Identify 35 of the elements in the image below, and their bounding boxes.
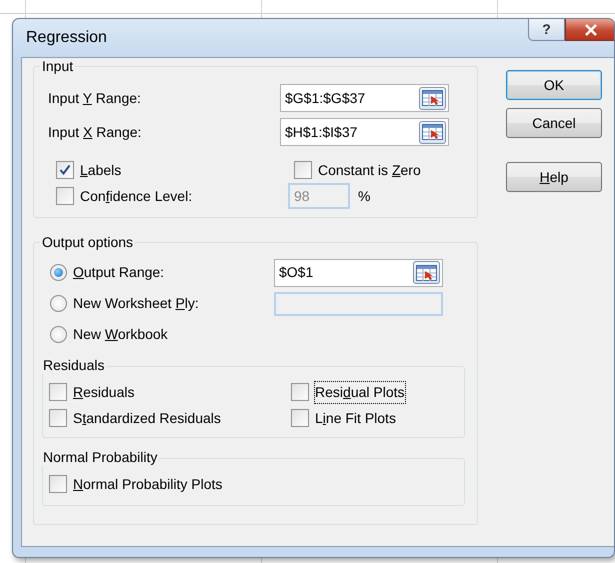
window-title: Regression: [26, 28, 107, 48]
checkbox[interactable]: Normal Probability Plots: [49, 471, 222, 497]
unit-label: %: [358, 186, 370, 206]
range-field[interactable]: $O$1: [274, 258, 443, 286]
dialog-button[interactable]: OK: [506, 70, 602, 100]
dialog-button[interactable]: Help: [506, 162, 602, 192]
check-icon: [59, 164, 71, 176]
dialog-button[interactable]: Cancel: [506, 108, 602, 138]
range-field[interactable]: $G$1:$G$37: [280, 84, 449, 112]
help-button[interactable]: ?: [528, 19, 565, 41]
field-label: Input X Range:: [48, 122, 142, 142]
radio-option[interactable]: Output Range:: [42, 260, 274, 286]
checkbox[interactable]: Standardized Residuals: [49, 405, 291, 431]
field-label: Input Y Range:: [48, 88, 142, 108]
radio-option[interactable]: New Workbook: [42, 322, 274, 348]
close-button[interactable]: [565, 19, 614, 41]
checkbox[interactable]: Constant is Zero: [294, 157, 467, 183]
range-picker-button[interactable]: [419, 120, 446, 144]
range-picker-button[interactable]: [419, 86, 446, 110]
close-icon: [584, 24, 598, 36]
range-select-icon: [422, 90, 443, 106]
checkbox[interactable]: Residuals: [49, 379, 291, 405]
range-field[interactable]: $H$1:$I$37: [280, 118, 449, 146]
range-select-icon: [422, 124, 443, 140]
group-title: Residuals: [41, 357, 106, 374]
radio-option[interactable]: New Worksheet Ply:: [42, 290, 274, 316]
range-select-icon: [416, 264, 437, 280]
text-field[interactable]: [274, 292, 443, 316]
checkbox[interactable]: Labels: [56, 157, 294, 183]
range-picker-button[interactable]: [413, 261, 440, 284]
group-title: Normal Probability: [41, 449, 160, 466]
checkbox[interactable]: Residual Plots: [291, 379, 456, 405]
group-title: Output options: [40, 234, 136, 251]
group-title: Input: [40, 58, 76, 75]
checkbox[interactable]: Line Fit Plots: [291, 405, 456, 431]
